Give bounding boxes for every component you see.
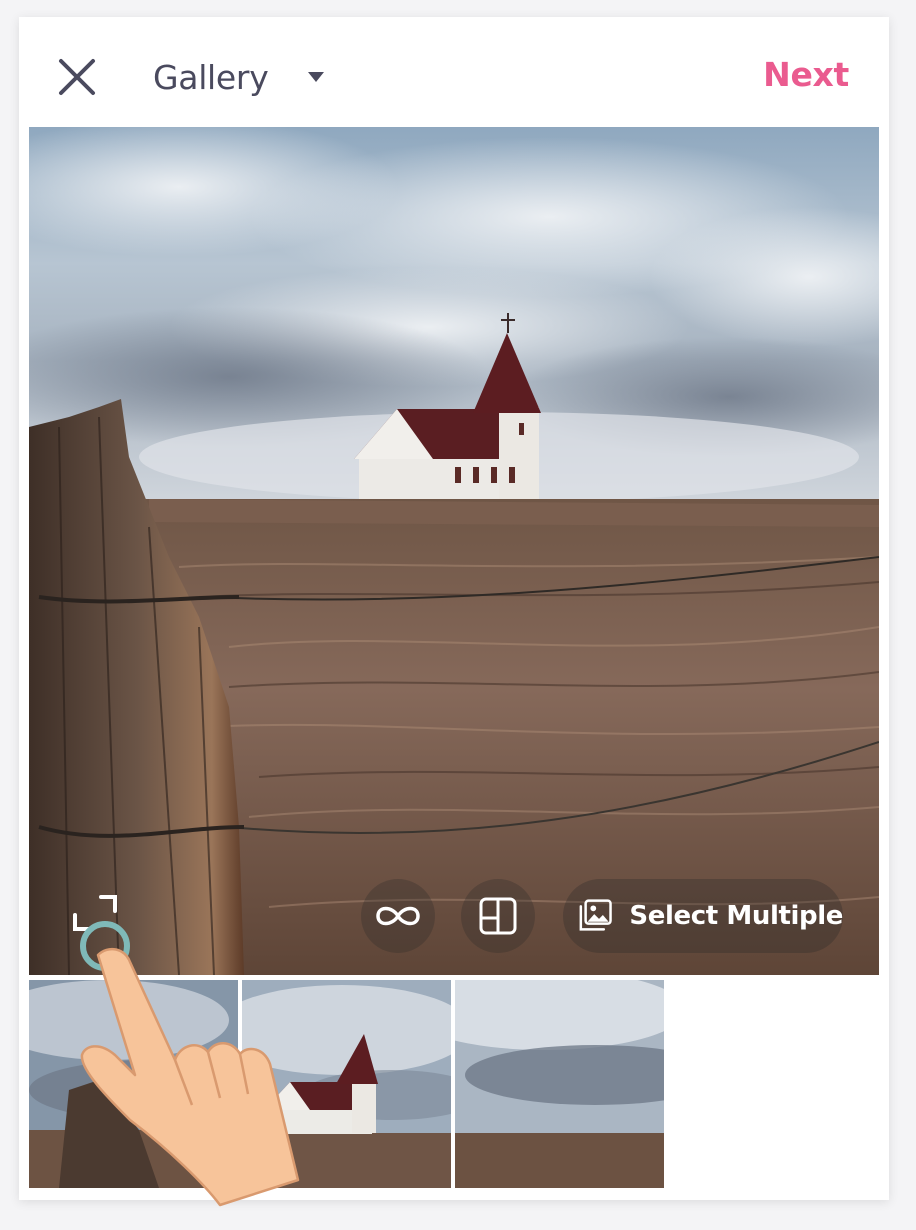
stacked-images-icon (579, 899, 612, 931)
layout-grid-icon (479, 897, 517, 935)
album-dropdown[interactable]: Gallery (153, 53, 326, 101)
thumbnail-1[interactable] (29, 980, 238, 1188)
thumbnail-3[interactable] (455, 980, 664, 1188)
gallery-picker-screen: Gallery Next Select Multiple (19, 17, 889, 1200)
boomerang-button[interactable] (361, 879, 435, 953)
top-bar: Gallery Next (19, 17, 889, 127)
caret-down-icon (308, 72, 325, 82)
thumbnail-2[interactable] (242, 980, 451, 1188)
thumbnail-image (455, 980, 664, 1188)
church-landscape-photo (29, 127, 879, 975)
album-title: Gallery (153, 57, 269, 97)
next-button[interactable]: Next (763, 55, 849, 94)
thumbnail-image (29, 980, 238, 1188)
selected-photo-preview[interactable]: Select Multiple (29, 127, 879, 975)
thumbnail-strip (29, 980, 879, 1188)
select-multiple-button[interactable]: Select Multiple (563, 879, 843, 953)
thumbnail-image (242, 980, 451, 1188)
expand-corners-icon (73, 895, 117, 931)
close-button[interactable] (55, 55, 99, 99)
infinity-icon (376, 906, 420, 926)
close-icon (59, 59, 95, 95)
select-multiple-label: Select Multiple (629, 901, 843, 931)
expand-button[interactable] (65, 887, 125, 947)
layout-button[interactable] (461, 879, 535, 953)
